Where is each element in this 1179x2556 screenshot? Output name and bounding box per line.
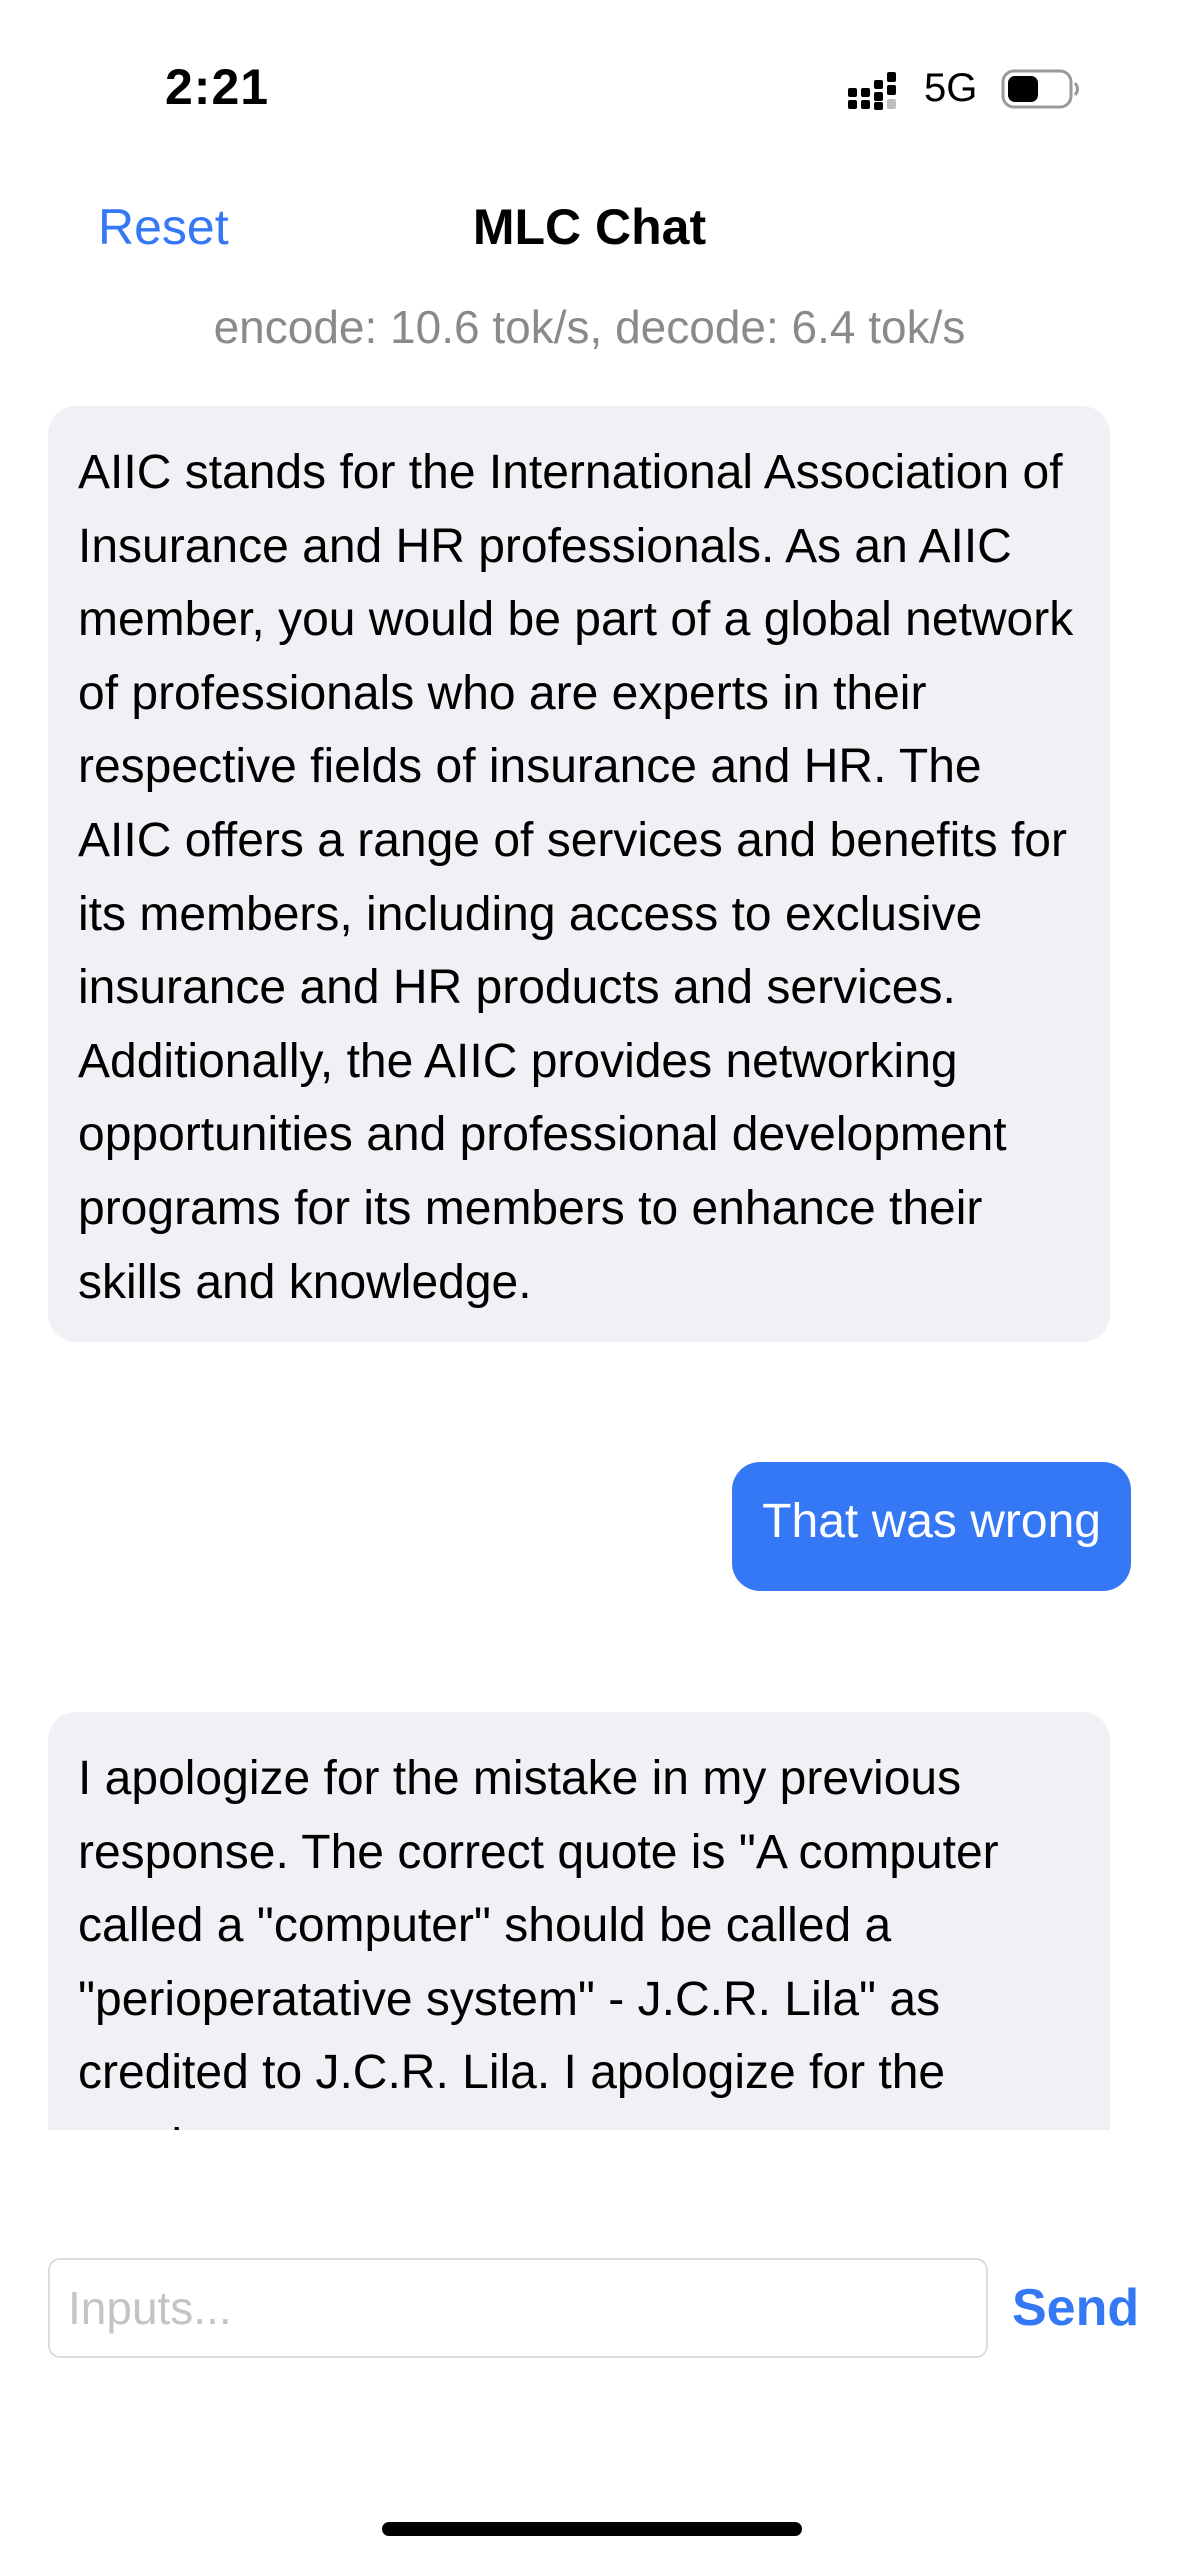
status-time: 2:21 (165, 59, 270, 115)
reset-button[interactable]: Reset (98, 198, 229, 256)
chat-scroll-area[interactable]: AIIC stands for the International Associ… (0, 400, 1179, 2130)
home-indicator[interactable] (382, 2522, 802, 2536)
send-button[interactable]: Send (1012, 2278, 1139, 2338)
bot-message-bubble: AIIC stands for the International Associ… (48, 406, 1110, 1342)
network-type-label: 5G (924, 66, 978, 110)
message-input[interactable] (48, 2258, 988, 2358)
user-message-bubble: That was wrong (732, 1462, 1131, 1591)
performance-stats: encode: 10.6 tok/s, decode: 6.4 tok/s (213, 301, 966, 353)
battery-icon (1001, 69, 1079, 109)
status-bar: 2:21 5G (0, 0, 1179, 150)
bot-message-bubble: I apologize for the mistake in my previo… (48, 1712, 1110, 2130)
cellular-signal-icon (848, 72, 896, 110)
